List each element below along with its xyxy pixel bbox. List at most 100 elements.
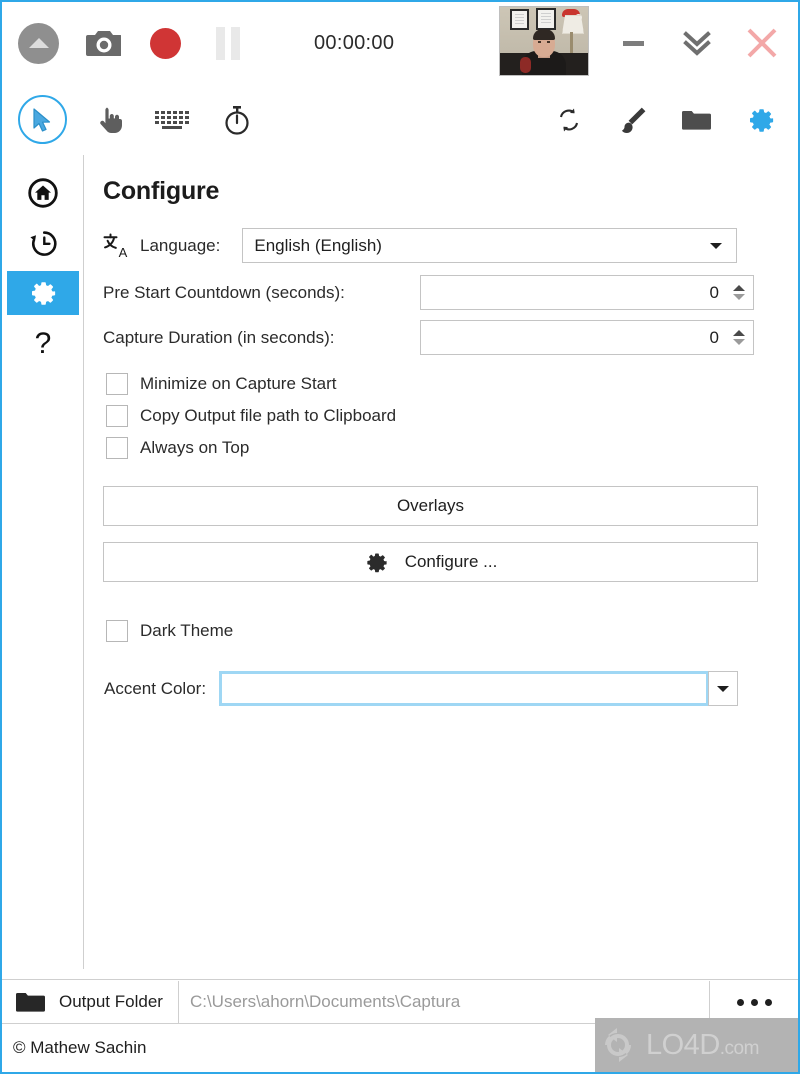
capture-duration-row: Capture Duration (in seconds): 0	[103, 320, 758, 355]
spinner-down-icon[interactable]	[733, 294, 745, 300]
accent-color-row: Accent Color:	[104, 671, 758, 706]
webcam-person-shoulder-pattern	[520, 57, 531, 73]
overlays-button[interactable]: Overlays	[103, 486, 758, 526]
ellipsis-icon-dot2	[750, 998, 758, 1006]
ellipsis-icon-dot3	[764, 998, 772, 1006]
keyboard-icon	[155, 110, 189, 129]
svg-text:?: ?	[34, 327, 51, 359]
capture-toolbar	[2, 84, 798, 155]
record-button[interactable]	[150, 27, 181, 59]
copyright-text: © Mathew Sachin	[13, 1038, 147, 1057]
page-title: Configure	[103, 177, 220, 205]
checkbox-dark-theme[interactable]: Dark Theme	[106, 620, 758, 642]
checkbox-box[interactable]	[106, 405, 128, 427]
pre-start-countdown-label: Pre Start Countdown (seconds):	[103, 282, 345, 302]
lo4d-watermark-text: LO4D.com	[646, 1029, 759, 1062]
output-folder-button[interactable]: Output Folder	[2, 981, 179, 1023]
checkbox-label: Dark Theme	[140, 621, 234, 640]
capture-duration-stepper[interactable]: 0	[420, 320, 754, 355]
accent-color-dropdown-button[interactable]	[708, 671, 739, 706]
folder-icon	[681, 110, 711, 130]
close-icon	[747, 28, 777, 58]
gear-icon	[367, 553, 387, 572]
pause-button[interactable]	[216, 26, 240, 60]
capture-duration-label: Capture Duration (in seconds):	[103, 327, 335, 347]
configure-button-label: Configure ...	[404, 552, 498, 571]
sidebar-item-home[interactable]	[7, 171, 79, 215]
webcam-preview[interactable]	[499, 6, 589, 76]
lo4d-watermark-name: LO4D	[646, 1028, 720, 1061]
pre-start-countdown-value: 0	[709, 282, 719, 302]
accent-color-swatch[interactable]	[219, 671, 710, 706]
toolbar-item-refresh[interactable]	[545, 84, 593, 155]
toolbar-item-cursor[interactable]	[18, 95, 67, 144]
language-label: Language:	[140, 235, 221, 255]
mouse-pointer-icon	[32, 107, 50, 132]
output-more-button[interactable]	[710, 981, 798, 1023]
output-folder-label: Output Folder	[59, 992, 163, 1011]
configure-button[interactable]: Configure ...	[103, 542, 758, 582]
toolbar-item-elapsed[interactable]	[214, 104, 260, 136]
title-bar: 00:00:00	[2, 2, 798, 84]
close-button[interactable]	[734, 2, 790, 84]
webcam-picture-frame-2	[536, 8, 556, 30]
checkbox-always-on-top[interactable]: Always on Top	[106, 437, 758, 459]
sidebar: ?	[2, 155, 84, 969]
language-row: A Language: English (English)	[103, 228, 758, 263]
pause-icon-bar2	[231, 26, 240, 60]
language-value: English (English)	[254, 235, 382, 255]
elapsed-timer: 00:00:00	[314, 31, 395, 54]
collapse-button[interactable]	[670, 2, 724, 84]
lo4d-watermark-suffix: .com	[719, 1037, 760, 1059]
camera-icon	[86, 31, 121, 56]
main-body: ? Configure A Language: English (English…	[2, 155, 798, 969]
minimize-icon	[622, 40, 644, 46]
toolbar-item-keystrokes[interactable]	[146, 109, 202, 131]
spinner-up-icon[interactable]	[733, 285, 745, 291]
sidebar-item-history[interactable]	[7, 221, 79, 265]
toolbar-item-folder[interactable]	[672, 84, 720, 155]
pre-start-countdown-stepper[interactable]: 0	[420, 275, 754, 310]
folder-icon	[15, 993, 45, 1012]
home-icon	[27, 178, 58, 208]
pause-icon	[216, 26, 225, 60]
webcam-lamp-shade	[562, 15, 584, 34]
output-path-field[interactable]: C:\Users\ahorn\Documents\Captura	[179, 981, 710, 1023]
sidebar-item-settings[interactable]	[6, 271, 79, 315]
checkbox-label: Copy Output file path to Clipboard	[140, 406, 397, 425]
spinner-buttons[interactable]	[733, 285, 745, 300]
language-select[interactable]: English (English)	[242, 228, 738, 263]
checkbox-copy-output-path[interactable]: Copy Output file path to Clipboard	[106, 405, 758, 427]
chevron-down-icon	[717, 685, 730, 692]
stopwatch-icon	[225, 105, 249, 135]
toolbar-item-brush[interactable]	[609, 84, 657, 155]
hand-pointing-icon	[100, 107, 122, 133]
checkbox-label: Always on Top	[140, 438, 250, 457]
up-arrow-circle-button[interactable]	[18, 22, 59, 64]
toolbar-item-settings[interactable]	[737, 84, 785, 155]
spinner-buttons[interactable]	[733, 330, 745, 345]
paint-brush-icon	[621, 107, 646, 133]
question-mark-icon: ?	[34, 327, 51, 359]
sidebar-item-help[interactable]: ?	[7, 321, 79, 365]
spinner-down-icon[interactable]	[733, 339, 745, 345]
chevron-double-down-icon	[683, 31, 711, 56]
pre-start-countdown-row: Pre Start Countdown (seconds): 0	[103, 275, 758, 310]
checkbox-minimize-on-capture-start[interactable]: Minimize on Capture Start	[106, 373, 758, 395]
checkbox-box[interactable]	[106, 437, 128, 459]
checkbox-box[interactable]	[106, 373, 128, 395]
accent-color-picker[interactable]	[219, 671, 739, 706]
checkbox-label: Minimize on Capture Start	[140, 374, 337, 393]
translate-icon: A	[103, 233, 128, 259]
svg-text:A: A	[119, 245, 128, 259]
minimize-button[interactable]	[606, 2, 660, 84]
toolbar-item-clicks[interactable]	[90, 105, 134, 135]
webcam-person-hair	[533, 29, 555, 40]
captura-window: 00:00:00 ? Configure A Language: English…	[0, 0, 800, 1074]
lo4d-watermark: LO4D.com	[595, 1018, 798, 1072]
checkbox-box[interactable]	[106, 620, 128, 642]
screenshot-button[interactable]	[85, 28, 121, 58]
webcam-person-eye-left	[538, 41, 541, 43]
history-clock-icon	[29, 231, 57, 256]
spinner-up-icon[interactable]	[733, 330, 745, 336]
